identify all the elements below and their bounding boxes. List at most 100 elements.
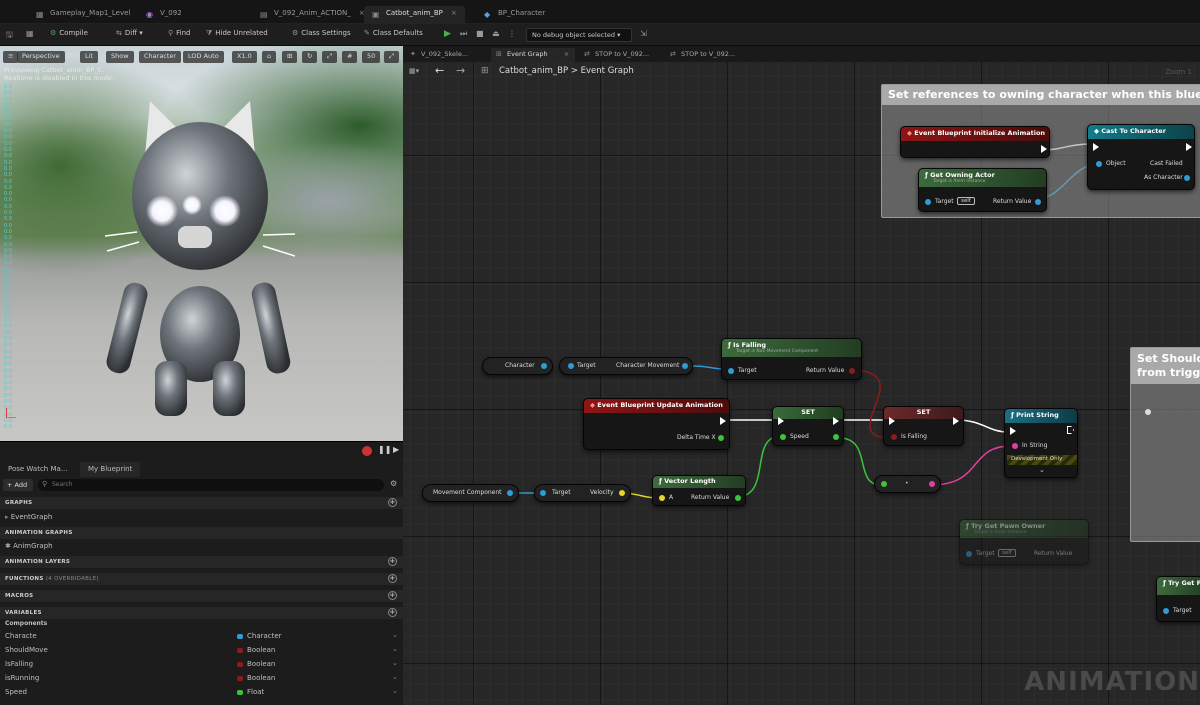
tab-v092-anim-action[interactable]: ▤ V_092_Anim_ACTION_ × xyxy=(252,6,373,24)
add-function-icon[interactable]: + xyxy=(388,574,397,583)
return-value-pin[interactable] xyxy=(735,495,741,501)
timeline-step-icon[interactable]: ▶ xyxy=(393,445,399,454)
settings-icon[interactable]: ⚙ xyxy=(390,479,397,488)
scale-icon[interactable]: ⤢ xyxy=(322,51,338,63)
find-button[interactable]: ⚲ Find xyxy=(168,29,190,37)
chevron-down-icon[interactable]: ⌄ xyxy=(392,645,398,653)
as-character-pin[interactable] xyxy=(1184,175,1190,181)
exec-in-pin[interactable] xyxy=(1093,143,1099,151)
camera-speed-button[interactable]: 50 xyxy=(362,51,381,63)
add-macro-icon[interactable]: + xyxy=(388,591,397,600)
camera-icon[interactable]: ⌂ xyxy=(262,51,277,63)
save-icon[interactable]: 🖫 xyxy=(6,29,13,43)
snap-icon[interactable]: ⊞ xyxy=(282,51,298,63)
exec-in-pin[interactable] xyxy=(778,417,784,425)
movement-component-pin[interactable] xyxy=(507,490,513,496)
exec-in-pin[interactable] xyxy=(1010,427,1016,435)
perspective-button[interactable]: Perspective xyxy=(17,51,65,63)
exec-out-pin[interactable] xyxy=(833,417,839,425)
add-graph-icon[interactable]: + xyxy=(388,498,397,507)
variable-row[interactable]: Characte Character ⌄ xyxy=(0,630,403,643)
node-try-get-pawn-owner-edge[interactable]: ƒ Try Get P Target xyxy=(1156,576,1200,622)
target-pin[interactable] xyxy=(540,490,546,496)
more-options-icon[interactable]: ⋮ xyxy=(508,29,516,38)
chevron-down-icon[interactable]: ⌄ xyxy=(392,659,398,667)
lit-button[interactable]: Lit xyxy=(80,51,98,63)
return-value-pin[interactable] xyxy=(849,368,855,374)
variable-row[interactable]: ShouldMove Boolean ⌄ xyxy=(0,644,403,657)
character-button[interactable]: Character xyxy=(139,51,182,63)
browse-icon[interactable]: ▦ xyxy=(26,29,34,38)
add-button[interactable]: + Add xyxy=(3,479,33,491)
section-graphs[interactable]: GRAPHS + xyxy=(0,497,403,509)
record-button[interactable] xyxy=(362,446,372,456)
node-float-to-string[interactable]: • xyxy=(874,475,941,493)
tab-gameplay-map[interactable]: ▦ Gameplay_Map1_Level xyxy=(28,6,138,24)
a-pin[interactable] xyxy=(659,495,665,501)
show-button[interactable]: Show xyxy=(106,51,134,63)
variable-row[interactable]: Speed Float ⌄ xyxy=(0,686,403,699)
exec-out-pin[interactable] xyxy=(1067,426,1074,434)
is-falling-pin[interactable] xyxy=(891,434,897,440)
node-character-variable[interactable]: Character xyxy=(482,357,553,375)
event-graph-item[interactable]: ▸ EventGraph xyxy=(5,513,52,521)
node-velocity[interactable]: Target Velocity xyxy=(534,484,631,502)
speed-out-pin[interactable] xyxy=(833,434,839,440)
lod-button[interactable]: LOD Auto xyxy=(183,51,224,63)
chevron-down-icon[interactable]: ⌄ xyxy=(392,687,398,695)
exec-out-pin[interactable] xyxy=(1186,143,1192,151)
section-animation-graphs[interactable]: ANIMATION GRAPHS xyxy=(0,527,403,539)
velocity-pin[interactable] xyxy=(619,490,625,496)
node-cast-to-character[interactable]: ◆ Cast To Character Object Cast Failed A… xyxy=(1087,124,1195,190)
node-set-speed[interactable]: SET Speed xyxy=(772,406,844,446)
node-set-is-falling[interactable]: SET Is Falling xyxy=(883,406,964,446)
node-try-get-pawn-owner[interactable]: ƒ Try Get Pawn Owner Target is Anim Inst… xyxy=(959,519,1089,565)
return-value-pin[interactable] xyxy=(1035,199,1041,205)
variable-row[interactable]: isRunning Boolean ⌄ xyxy=(0,672,403,685)
delta-time-pin[interactable] xyxy=(718,435,724,441)
node-is-falling[interactable]: ƒ Is Falling Target is Nav Movement Comp… xyxy=(721,338,862,380)
variable-row[interactable]: IsFalling Boolean ⌄ xyxy=(0,658,403,671)
add-variable-icon[interactable]: + xyxy=(388,608,397,617)
rotate-icon[interactable]: ↻ xyxy=(302,51,318,63)
class-defaults-button[interactable]: ✎ Class Defaults xyxy=(364,29,423,37)
node-character-movement[interactable]: Target Character Movement xyxy=(559,357,693,375)
character-movement-pin[interactable] xyxy=(682,363,688,369)
preview-viewport[interactable]: ≡ Perspective Lit Show Character LOD Aut… xyxy=(0,46,403,441)
exec-out-pin[interactable] xyxy=(1041,145,1047,153)
tab-v092[interactable]: ◉ V_092 xyxy=(138,6,190,24)
diff-button[interactable]: ⇆ Diff ▾ xyxy=(116,29,143,37)
section-functions[interactable]: FUNCTIONS (4 OVERRIDABLE) + xyxy=(0,573,403,585)
search-input[interactable]: Search xyxy=(38,479,384,491)
character-out-pin[interactable] xyxy=(541,363,547,369)
hide-unrelated-button[interactable]: ⧩ Hide Unrelated xyxy=(206,29,268,38)
float-in-pin[interactable] xyxy=(881,481,887,487)
chevron-down-icon[interactable]: ⌄ xyxy=(392,631,398,639)
pause-icon[interactable]: ❚❚ xyxy=(378,445,391,454)
anim-graph-item[interactable]: ✱ AnimGraph xyxy=(5,542,53,550)
target-pin[interactable] xyxy=(966,551,972,557)
target-pin[interactable] xyxy=(925,199,931,205)
tab-my-blueprint[interactable]: My Blueprint xyxy=(80,462,141,477)
comment-box-should-move[interactable]: Set Should from trigger xyxy=(1130,347,1200,542)
section-animation-layers[interactable]: ANIMATION LAYERS + xyxy=(0,556,403,568)
expand-icon[interactable]: ⌄ xyxy=(1039,466,1045,474)
target-pin[interactable] xyxy=(568,363,574,369)
close-icon[interactable]: × xyxy=(451,9,457,17)
speed-pin[interactable] xyxy=(780,434,786,440)
debug-filter-icon[interactable]: ⇲ xyxy=(640,29,647,38)
tab-pose-watch[interactable]: Pose Watch Ma... xyxy=(0,462,75,477)
grid-icon[interactable]: # xyxy=(342,51,358,63)
node-movement-component[interactable]: Movement Component xyxy=(422,484,519,502)
exec-out-pin[interactable] xyxy=(720,417,726,425)
exec-out-pin[interactable] xyxy=(953,417,959,425)
class-settings-button[interactable]: ⚙ Class Settings xyxy=(292,29,351,37)
event-graph-canvas[interactable]: ✦ V_092_Skele... ⊞ Event Graph × ⇄ STOP to … xyxy=(403,46,1200,705)
reroute-pin[interactable] xyxy=(1145,409,1151,415)
chevron-down-icon[interactable]: ⌄ xyxy=(392,673,398,681)
node-event-update-animation[interactable]: ◆ Event Blueprint Update Animation Delta… xyxy=(583,398,730,450)
target-pin[interactable] xyxy=(1163,608,1169,614)
in-string-pin[interactable] xyxy=(1012,443,1018,449)
speed-button[interactable]: X1.0 xyxy=(232,51,257,63)
section-variables[interactable]: VARIABLES + xyxy=(0,607,403,619)
